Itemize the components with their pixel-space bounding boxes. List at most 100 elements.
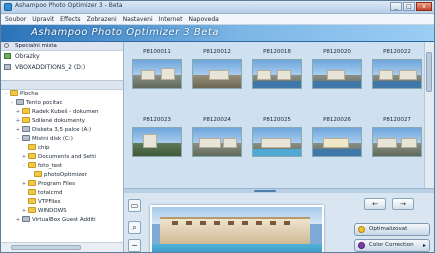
tree-node-tento-pocitac[interactable]: - Tento pocitac xyxy=(9,99,63,108)
zoom-out-icon[interactable]: − xyxy=(128,239,141,252)
menu-soubor[interactable]: Soubor xyxy=(5,16,26,23)
tree-node-sdilene[interactable]: + Sdilené dokumenty xyxy=(15,117,85,126)
previous-button[interactable]: ← xyxy=(364,198,386,210)
thumbnail-image[interactable] xyxy=(252,127,302,157)
thumbnail-image[interactable] xyxy=(372,59,422,89)
splitter-grip[interactable] xyxy=(254,190,276,192)
expand-icon[interactable]: - xyxy=(15,135,21,144)
color-icon xyxy=(358,242,365,249)
menu-zobrazeni[interactable]: Zobrazeni xyxy=(87,16,117,23)
app-icon xyxy=(4,3,12,11)
folder-icon xyxy=(28,153,36,159)
thumbnail-item[interactable]: P8100011 xyxy=(128,48,186,89)
thumbnail-label: P8120027 xyxy=(383,117,411,123)
thumbnail-item[interactable]: P8120022 xyxy=(368,48,426,89)
tree-node-disketa[interactable]: + Disketa 3,5 palce (A:) xyxy=(15,126,91,135)
tree-node-documents-settings[interactable]: + Documents and Setti xyxy=(21,153,96,162)
expand-icon[interactable]: + xyxy=(21,207,27,216)
tree-node-vtpfiles[interactable]: VTPFiles xyxy=(21,198,61,207)
special-places-title: Specialni mista xyxy=(15,43,57,49)
scrollbar-thumb[interactable] xyxy=(11,245,81,250)
expand-icon[interactable]: - xyxy=(3,90,9,99)
menu-napoveda[interactable]: Napoveda xyxy=(188,16,218,23)
pictures-icon xyxy=(4,53,11,59)
expand-icon[interactable]: + xyxy=(15,126,21,135)
brand-title: Ashampoo Photo Optimizer 3 Beta xyxy=(31,27,219,38)
tree-node-virtualbox[interactable]: + VirtualBox Guest Additi xyxy=(15,216,96,225)
thumbnail-label: P8120022 xyxy=(383,49,411,55)
expand-icon[interactable]: + xyxy=(15,117,21,126)
expand-icon[interactable]: - xyxy=(9,99,15,108)
tree-node-photooptimizer[interactable]: photoOptimizer xyxy=(27,171,87,180)
favorite-label: Obrazky xyxy=(15,53,40,60)
tree-node-foto-test[interactable]: - foto_test xyxy=(21,162,62,171)
folder-icon xyxy=(28,198,36,204)
brand-header: Ashampoo Photo Optimizer 3 Beta xyxy=(1,25,434,42)
folder-icon xyxy=(22,117,30,123)
tree-node-program-files[interactable]: + Program Files xyxy=(21,180,75,189)
favorite-vbox-drive[interactable]: VBOXADDITIONS_2 (D:) xyxy=(1,63,123,72)
thumbnail-label: P8120018 xyxy=(263,49,291,55)
tree-node-plocha[interactable]: - Plocha xyxy=(3,90,38,99)
favorite-pictures[interactable]: Obrazky xyxy=(1,52,123,61)
pin-icon[interactable] xyxy=(4,43,9,48)
zoom-icon[interactable]: ⌕ xyxy=(128,221,141,234)
close-button[interactable]: x xyxy=(416,2,432,11)
title-bar[interactable]: Ashampoo Photo Optimizer 3 - Beta _ □ x xyxy=(1,1,434,14)
optimize-button[interactable]: Optimalizovat xyxy=(354,223,430,236)
thumbnail-image[interactable] xyxy=(192,127,242,157)
window-controls: _ □ x xyxy=(390,2,432,11)
thumbnail-item[interactable]: P8120018 xyxy=(248,48,306,89)
tree-node-windows[interactable]: + WINDOWS xyxy=(21,207,67,216)
menu-effects[interactable]: Effects xyxy=(60,16,80,23)
next-button[interactable]: → xyxy=(392,198,414,210)
thumbnail-item[interactable]: P8120012 xyxy=(188,48,246,89)
scrollbar-thumb[interactable] xyxy=(426,52,432,92)
thumbnail-item[interactable]: P8120025 xyxy=(248,116,306,157)
main-area: P8100011 P8120012 P8120018 P8120020 P812… xyxy=(124,42,434,252)
thumbnail-image[interactable] xyxy=(312,127,362,157)
thumbnail-image[interactable] xyxy=(192,59,242,89)
folder-icon xyxy=(28,207,36,213)
thumbnail-item[interactable]: P8120020 xyxy=(308,48,366,89)
menu-upravit[interactable]: Upravit xyxy=(32,16,54,23)
thumbnail-label: P8120025 xyxy=(263,117,291,123)
thumbnail-label: P8120024 xyxy=(203,117,231,123)
tree-node-totalcmd[interactable]: totalcmd xyxy=(21,189,62,198)
expand-icon[interactable]: + xyxy=(21,180,27,189)
photo-preview[interactable] xyxy=(150,205,324,252)
thumbnail-image[interactable] xyxy=(132,59,182,89)
menu-nastaveni[interactable]: Nastaveni xyxy=(123,16,153,23)
expand-icon[interactable]: + xyxy=(15,108,21,117)
view-icon[interactable]: ▭ xyxy=(128,199,141,212)
thumbnail-image[interactable] xyxy=(132,127,182,157)
tree-horizontal-scrollbar[interactable] xyxy=(1,242,123,252)
tree-node-chip[interactable]: chip xyxy=(21,144,50,153)
tree-node-dokumenty[interactable]: + Radek Kubeš - dokumen xyxy=(15,108,99,117)
thumbnail-item[interactable]: P8120024 xyxy=(188,116,246,157)
floppy-icon xyxy=(22,126,30,132)
thumbnail-scrollbar[interactable] xyxy=(424,42,434,188)
thumbnail-image[interactable] xyxy=(372,127,422,157)
expand-icon[interactable]: + xyxy=(15,216,21,225)
expand-icon[interactable]: - xyxy=(21,162,27,171)
thumbnail-grid: P8100011 P8120012 P8120018 P8120020 P812… xyxy=(128,48,426,183)
computer-icon xyxy=(16,99,24,105)
color-correction-button[interactable]: Color Correction ▸ xyxy=(354,239,430,252)
maximize-button[interactable]: □ xyxy=(403,2,415,11)
tree-node-disk-c[interactable]: - Mistni disk (C:) xyxy=(15,135,73,144)
menu-bar: Soubor Upravit Effects Zobrazeni Nastave… xyxy=(1,14,434,25)
cd-drive-icon xyxy=(4,64,11,70)
thumbnail-item[interactable]: P8120023 xyxy=(128,116,186,157)
thumbnail-item[interactable]: P8120027 xyxy=(368,116,426,157)
folder-icon xyxy=(28,189,36,195)
thumbnail-image[interactable] xyxy=(252,59,302,89)
thumbnail-item[interactable]: P8120026 xyxy=(308,116,366,157)
chevron-right-icon: ▸ xyxy=(422,242,426,249)
menu-internet[interactable]: Internet xyxy=(159,16,183,23)
thumbnail-image[interactable] xyxy=(312,59,362,89)
expand-icon[interactable]: + xyxy=(21,153,27,162)
special-places-header: Specialni mista xyxy=(1,42,123,51)
folder-icon xyxy=(22,108,30,114)
minimize-button[interactable]: _ xyxy=(390,2,402,11)
